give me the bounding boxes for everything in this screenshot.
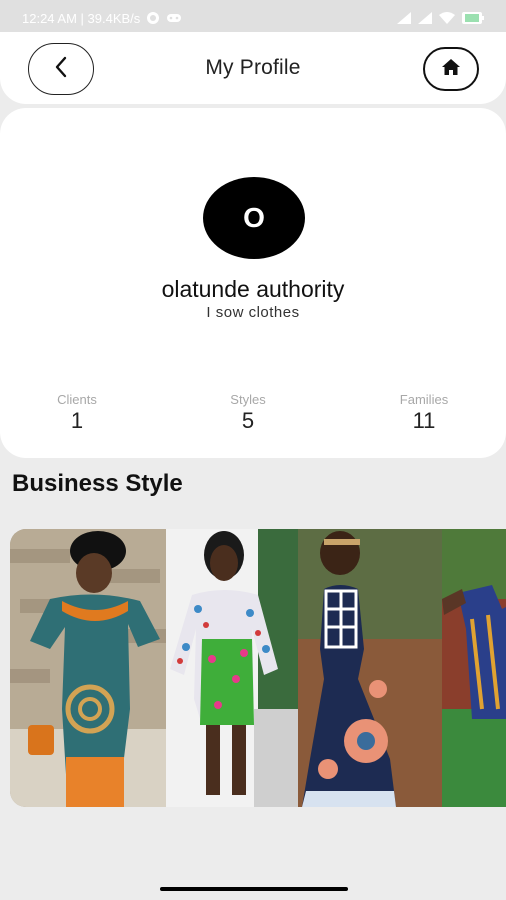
profile-name: olatunde authority <box>161 276 345 302</box>
back-arrow-icon <box>54 56 68 83</box>
game-controller-icon <box>166 12 182 24</box>
signal-icon <box>418 12 432 24</box>
wifi-icon <box>439 12 455 24</box>
stat-value: 5 <box>241 408 255 433</box>
back-button[interactable] <box>28 43 94 95</box>
profile-card: O olatunde authority I sow clothes Clien… <box>0 108 506 458</box>
stat-value: 11 <box>412 408 436 433</box>
style-photo[interactable] <box>10 529 166 807</box>
profile-bio: I sow clothes <box>206 304 300 321</box>
stat-label: Families <box>399 392 449 407</box>
stat-label: Clients <box>57 392 97 407</box>
battery-icon <box>462 12 484 24</box>
page-title: My Profile <box>205 56 301 79</box>
header: My Profile <box>0 32 506 104</box>
status-left: 12:24 AM | 39.4KB/s <box>22 11 182 26</box>
style-photo[interactable] <box>298 529 442 807</box>
stat-value: 1 <box>70 408 84 433</box>
style-photo[interactable] <box>442 529 506 807</box>
home-button[interactable] <box>423 47 479 91</box>
stat-styles[interactable]: Styles 5 <box>188 392 308 434</box>
section-title: Business Style <box>12 470 183 497</box>
stat-families[interactable]: Families 11 <box>364 392 484 434</box>
signal-icon <box>397 12 411 24</box>
avatar[interactable]: O <box>203 177 305 259</box>
status-time: 12:24 AM | 39.4KB/s <box>22 10 141 26</box>
status-right <box>397 12 484 24</box>
status-bar: 12:24 AM | 39.4KB/s <box>0 0 506 36</box>
avatar-initial: O <box>243 202 265 233</box>
home-indicator[interactable] <box>160 887 348 891</box>
stat-clients[interactable]: Clients 1 <box>17 392 137 434</box>
stats-row: Clients 1 Styles 5 Families 11 <box>0 392 506 442</box>
style-gallery[interactable] <box>10 529 506 807</box>
home-icon <box>441 58 461 81</box>
style-photo[interactable] <box>166 529 298 807</box>
whatsapp-icon <box>146 11 160 25</box>
stat-label: Styles <box>230 392 266 407</box>
